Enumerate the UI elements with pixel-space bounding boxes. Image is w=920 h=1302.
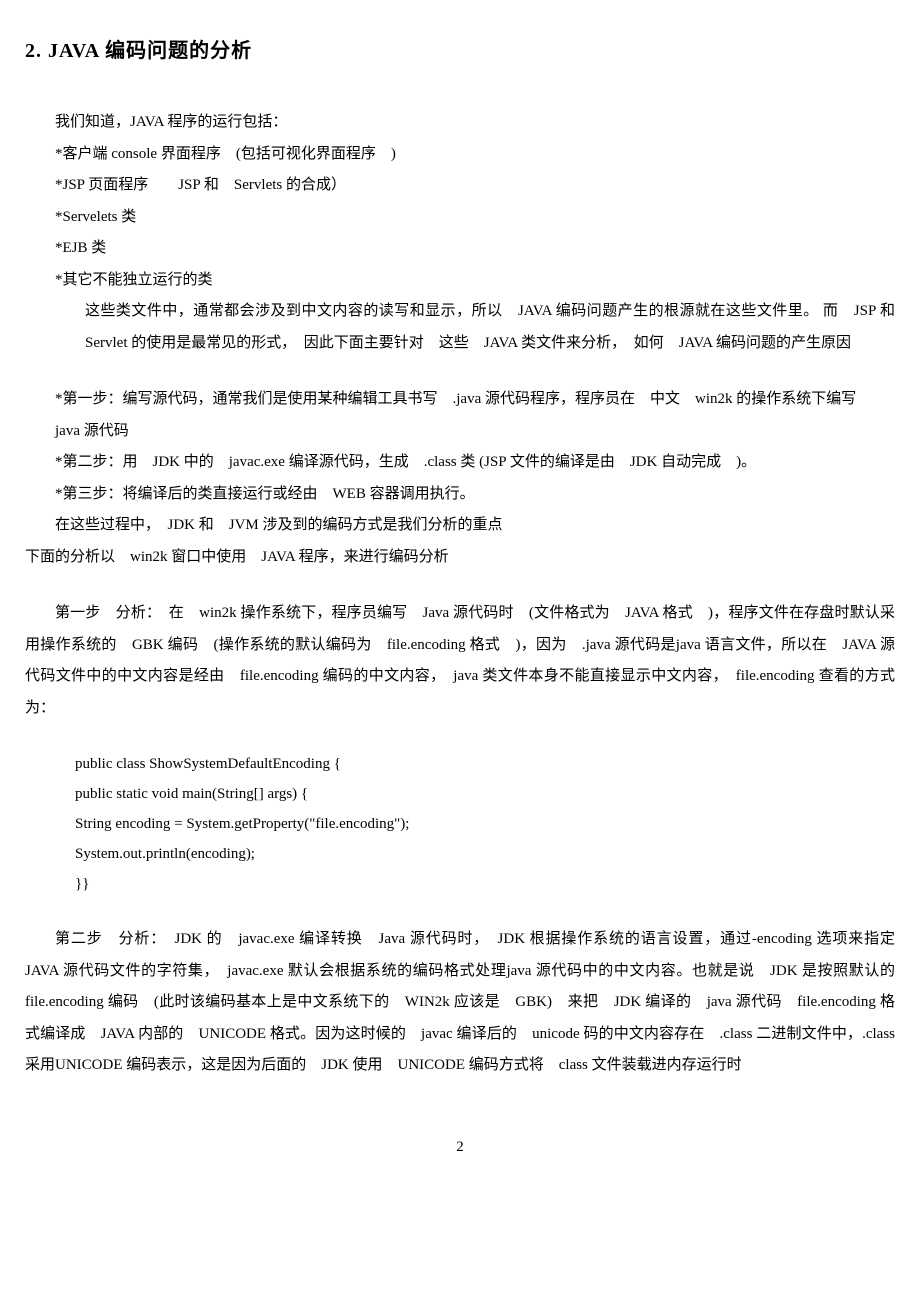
list-item-3: *Servelets 类 [25, 202, 895, 234]
paragraph-2: 在这些过程中， JDK 和 JVM 涉及到的编码方式是我们分析的重点 [25, 510, 895, 542]
list-item-8: *第三步：将编译后的类直接运行或经由 WEB 容器调用执行。 [25, 479, 895, 511]
paragraph-4: 第一步 分析： 在 win2k 操作系统下，程序员编写 Java 源代码时 (文… [25, 598, 895, 724]
list-item-2: *JSP 页面程序 JSP 和 Servlets 的合成） [25, 170, 895, 202]
paragraph-1: 这些类文件中，通常都会涉及到中文内容的读写和显示，所以 JAVA 编码问题产生的… [55, 296, 895, 359]
code-block: public class ShowSystemDefaultEncoding {… [25, 749, 895, 899]
paragraph-3: 下面的分析以 win2k 窗口中使用 JAVA 程序，来进行编码分析 [25, 542, 895, 574]
intro-line: 我们知道，JAVA 程序的运行包括： [25, 107, 895, 139]
list-item-6: *第一步：编写源代码，通常我们是使用某种编辑工具书写 .java 源代码程序，程… [25, 384, 895, 447]
list-item-5: *其它不能独立运行的类 [25, 265, 895, 297]
page-number: 2 [25, 1132, 895, 1164]
code-line-5: }} [75, 869, 895, 899]
code-line-4: System.out.println(encoding); [75, 839, 895, 869]
code-line-3: String encoding = System.getProperty("fi… [75, 809, 895, 839]
list-item-4: *EJB 类 [25, 233, 895, 265]
section-heading: 2. JAVA 编码问题的分析 [25, 30, 895, 72]
list-item-1: *客户端 console 界面程序 (包括可视化界面程序 ) [25, 139, 895, 171]
code-line-1: public class ShowSystemDefaultEncoding { [75, 749, 895, 779]
code-line-2: public static void main(String[] args) { [75, 779, 895, 809]
paragraph-5: 第二步 分析： JDK 的 javac.exe 编译转换 Java 源代码时， … [25, 924, 895, 1082]
list-item-7: *第二步：用 JDK 中的 javac.exe 编译源代码，生成 .class … [25, 447, 895, 479]
